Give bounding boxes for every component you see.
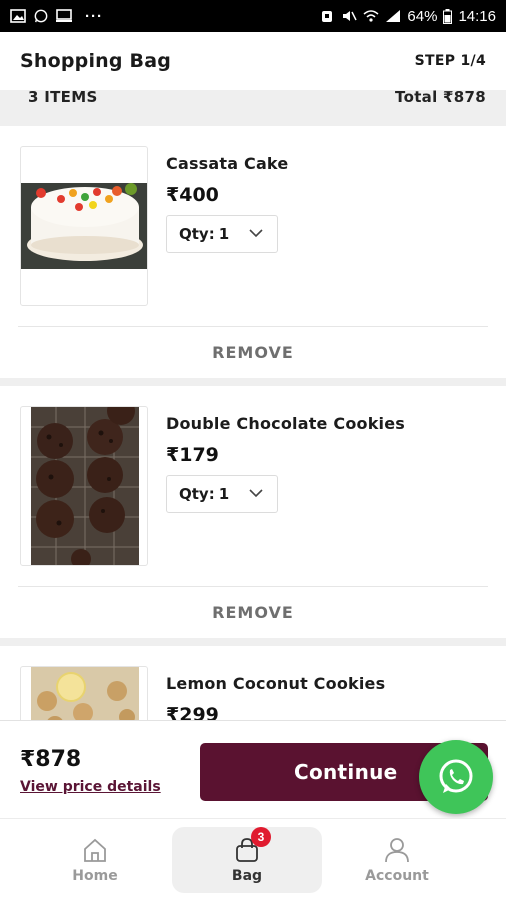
remove-button[interactable]: REMOVE [18,326,488,378]
app-header: Shopping Bag STEP 1/4 [0,32,506,90]
clock: 14:16 [458,7,496,25]
qty-label: Qty: [179,225,215,243]
nav-bag[interactable]: Bag 3 [172,827,322,893]
qty-value: 1 [218,485,230,503]
account-icon [385,838,409,863]
cart-item: Double Chocolate Cookies ₹179 Qty: 1 REM… [0,386,506,638]
remove-button[interactable]: REMOVE [18,586,488,638]
whatsapp-chat-button[interactable] [419,740,493,814]
checkout-step: STEP 1/4 [414,53,486,69]
quantity-select[interactable]: Qty: 1 [166,215,278,253]
nav-home-label: Home [72,868,118,884]
product-image[interactable] [20,666,148,720]
nav-bag-label: Bag [231,868,263,884]
bag-count-badge: 3 [251,827,271,847]
cart-item: Lemon Coconut Cookies ₹299 [0,646,506,720]
product-price: ₹299 [166,704,219,720]
product-name[interactable]: Lemon Coconut Cookies [166,674,385,693]
grand-total: ₹878 [20,747,82,772]
signal-icon [386,10,401,22]
chevron-down-icon [249,229,263,238]
quantity-select[interactable]: Qty: 1 [166,475,278,513]
home-icon [84,838,106,862]
mute-icon [343,11,358,21]
battery-icon [443,8,453,24]
wifi-icon [363,10,379,22]
whatsapp-icon [34,9,48,23]
product-price: ₹179 [166,444,219,466]
whatsapp-icon [439,759,473,793]
bottom-navigation: Home Bag 3 Account [0,818,506,900]
screen-icon [56,9,72,22]
continue-label: Continue [294,760,398,784]
qty-value: 1 [218,225,230,243]
nav-home[interactable]: Home [20,827,170,893]
view-price-details-link[interactable]: View price details [20,779,161,795]
checkout-bar: ₹878 View price details Continue [0,720,506,818]
alarm-icon [322,11,333,22]
cart-summary: 3 ITEMS Total ₹878 [0,90,506,126]
cart-item-list[interactable]: Cassata Cake ₹400 Qty: 1 REMOVE Double C… [0,126,506,720]
product-name[interactable]: Double Chocolate Cookies [166,414,405,433]
nav-account-label: Account [365,868,429,884]
product-name[interactable]: Cassata Cake [166,154,288,173]
cart-total: Total ₹878 [395,90,486,106]
item-count: 3 ITEMS [28,90,98,106]
cart-item: Cassata Cake ₹400 Qty: 1 REMOVE [0,126,506,378]
page-title: Shopping Bag [20,50,172,72]
battery-level: 64% [407,7,438,25]
status-bar: ··· 64% 14:16 [0,0,506,32]
image-icon [10,9,26,23]
product-image[interactable] [20,146,148,306]
nav-account[interactable]: Account [322,827,472,893]
qty-label: Qty: [179,485,215,503]
more-notifications: ··· [85,7,103,25]
chevron-down-icon [249,489,263,498]
product-price: ₹400 [166,184,219,206]
product-image[interactable] [20,406,148,566]
